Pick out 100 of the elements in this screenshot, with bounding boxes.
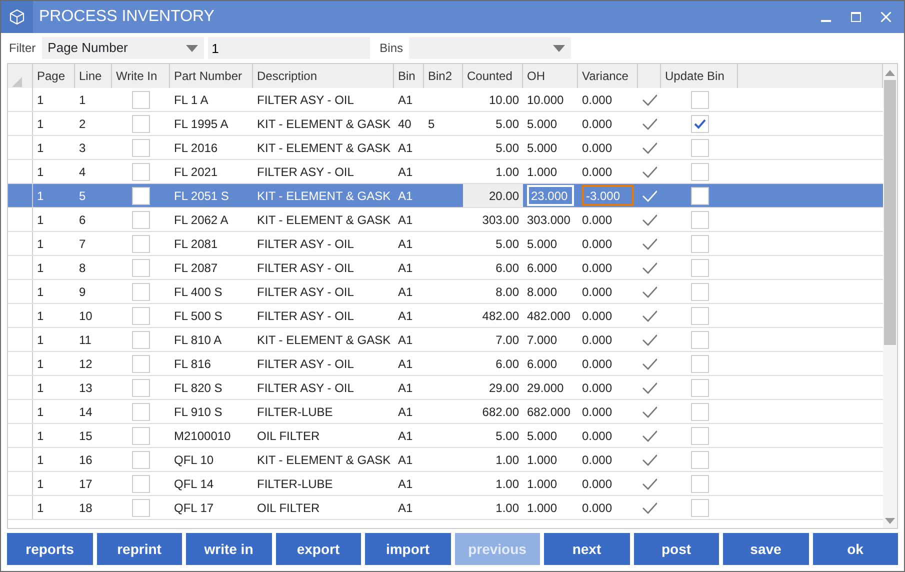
checkbox[interactable] <box>132 378 150 396</box>
checkbox[interactable] <box>132 210 150 228</box>
column-header[interactable]: Line <box>75 64 112 88</box>
checkbox[interactable] <box>132 282 150 300</box>
table-cell-text: 8 <box>78 260 87 276</box>
action-button[interactable]: next <box>544 533 630 565</box>
checkbox[interactable] <box>690 90 708 108</box>
bins-dropdown[interactable] <box>409 37 572 59</box>
table-cell-text: 29.00 <box>488 380 520 396</box>
action-button[interactable]: export <box>276 533 361 565</box>
checkbox[interactable] <box>690 474 708 492</box>
minimize-icon <box>821 20 831 22</box>
checkbox[interactable] <box>132 498 150 516</box>
table-cell-text: FL 820 S <box>173 380 224 396</box>
column-header[interactable]: Bin2 <box>424 64 463 88</box>
action-button[interactable]: save <box>723 533 808 565</box>
table-cell-text: FL 910 S <box>173 404 224 420</box>
checkbox[interactable] <box>132 426 150 444</box>
checkbox[interactable] <box>690 450 708 468</box>
table-cell-text: 0.000 <box>581 212 614 228</box>
checkbox[interactable] <box>690 138 708 156</box>
checkbox[interactable] <box>690 210 708 228</box>
select-all-icon[interactable] <box>12 77 22 87</box>
table-cell-editor[interactable]: 23.000 <box>527 185 574 206</box>
table-cell-text: FILTER ASY - OIL <box>256 284 355 300</box>
table-cell-text: A1 <box>397 188 414 204</box>
column-header[interactable]: Update Bin <box>661 64 738 88</box>
dropdown-arrow-icon <box>186 44 198 52</box>
table-cell-text: 17 <box>78 476 94 492</box>
checkbox[interactable] <box>690 282 708 300</box>
checkbox[interactable] <box>690 498 708 516</box>
table-cell-text: FL 500 S <box>173 308 224 324</box>
column-header[interactable]: Write In <box>112 64 170 88</box>
action-button[interactable]: reprint <box>96 533 182 565</box>
checkbox[interactable] <box>132 258 150 276</box>
action-button[interactable]: import <box>365 533 450 565</box>
column-header[interactable]: Description <box>253 64 394 88</box>
table-cell-text: 2 <box>78 116 87 132</box>
table-cell-editor[interactable]: -3.000 <box>582 185 634 206</box>
table-cell-text: 6.00 <box>494 260 520 276</box>
table-cell-text: 1.00 <box>494 164 520 180</box>
checkbox[interactable] <box>132 138 150 156</box>
checkbox[interactable] <box>132 234 150 252</box>
table-cell-text: 6 <box>78 212 87 228</box>
column-header[interactable]: Part Number <box>170 64 253 88</box>
window-title: PROCESS INVENTORY <box>38 7 216 27</box>
checkbox[interactable] <box>690 354 708 372</box>
table-cell-text: FILTER ASY - OIL <box>256 236 355 252</box>
action-button[interactable]: post <box>634 533 719 565</box>
checkbox[interactable] <box>690 258 708 276</box>
checkmark-icon <box>642 502 657 514</box>
close-icon <box>881 12 891 22</box>
table-cell-text: 4 <box>78 164 87 180</box>
table-cell-text: FILTER ASY - OIL <box>256 308 355 324</box>
table-cell-text: 5 <box>78 188 87 204</box>
table-cell-text: 0.000 <box>581 380 614 396</box>
table-cell-text: 0.000 <box>581 92 614 108</box>
checkbox[interactable] <box>132 354 150 372</box>
column-header[interactable]: OH <box>523 64 578 88</box>
checkbox[interactable] <box>132 114 150 132</box>
table-cell-text: 5.00 <box>494 236 520 252</box>
checkmark-icon <box>642 286 657 298</box>
checkbox[interactable] <box>132 450 150 468</box>
checkbox[interactable] <box>132 474 150 492</box>
table-cell-text: 482.000 <box>526 308 572 324</box>
action-button[interactable]: ok <box>812 533 898 565</box>
checkmark-icon <box>642 190 657 202</box>
column-header[interactable]: Counted <box>463 64 523 88</box>
column-header[interactable]: Page <box>33 64 75 88</box>
checkmark-icon <box>642 454 657 466</box>
checkbox[interactable] <box>690 330 708 348</box>
checkbox[interactable] <box>132 90 150 108</box>
checkmark-icon <box>642 166 657 178</box>
checkmark-icon <box>642 238 657 250</box>
checkbox[interactable] <box>132 186 150 204</box>
checkbox[interactable] <box>690 186 708 204</box>
checkbox[interactable] <box>132 162 150 180</box>
column-header[interactable]: Variance <box>578 64 638 88</box>
checkbox[interactable] <box>132 306 150 324</box>
checkbox[interactable] <box>690 114 708 132</box>
table-cell-text: 0.000 <box>581 140 614 156</box>
checkbox[interactable] <box>690 426 708 444</box>
scroll-up-icon[interactable] <box>885 70 895 76</box>
checkbox[interactable] <box>132 330 150 348</box>
scrollbar-thumb[interactable] <box>884 80 896 345</box>
checkbox[interactable] <box>690 378 708 396</box>
checkbox[interactable] <box>132 402 150 420</box>
checkbox[interactable] <box>690 402 708 420</box>
action-button[interactable]: write in <box>186 533 272 565</box>
checkbox[interactable] <box>690 234 708 252</box>
selected-row[interactable]: 1 5 FL 2051 S KIT - ELEMENT & GASK A1 20.00 23.000 -3.000 <box>8 184 883 208</box>
column-header[interactable]: Bin <box>394 64 424 88</box>
table-cell-text: 1 <box>36 284 45 300</box>
scroll-down-icon[interactable] <box>885 518 895 524</box>
filter-dropdown[interactable]: Page Number <box>42 37 204 59</box>
action-button[interactable]: reports <box>7 533 92 565</box>
checkbox[interactable] <box>690 306 708 324</box>
filter-value-field[interactable]: 1 <box>208 37 370 59</box>
checkbox[interactable] <box>690 162 708 180</box>
table-cell-text: 303.00 <box>481 212 520 228</box>
